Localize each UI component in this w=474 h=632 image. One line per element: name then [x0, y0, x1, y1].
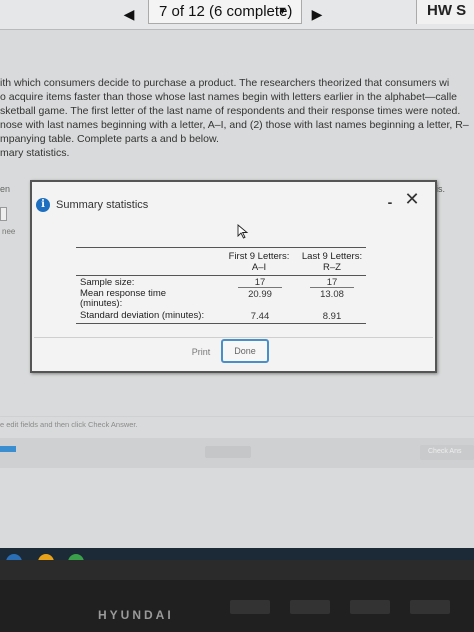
table-rule — [76, 275, 366, 276]
column-header: Last 9 Letters: — [301, 251, 363, 262]
background-fragment: en — [0, 184, 11, 194]
question-line: nose with last names beginning with a le… — [0, 119, 469, 131]
column-subheader: A–I — [251, 262, 267, 273]
keyboard-key — [350, 600, 390, 614]
chrome-icon[interactable] — [38, 554, 54, 560]
keyboard-key — [410, 600, 450, 614]
divider — [34, 337, 433, 338]
table-cell: 20.99 — [248, 289, 272, 300]
question-selector[interactable]: 7 of 12 (6 complete) ▼ — [148, 0, 302, 24]
row-label: Standard deviation (minutes): — [80, 310, 205, 321]
progress-indicator — [0, 446, 16, 452]
taskbar — [0, 548, 474, 560]
table-cell: 13.08 — [320, 289, 344, 300]
edge-icon[interactable] — [6, 554, 22, 560]
question-line: o acquire items faster than those whose … — [0, 91, 457, 103]
laptop-brand-logo: HYUNDAI — [98, 608, 174, 622]
done-button[interactable]: Done — [221, 339, 269, 363]
row-label: Sample size: — [80, 277, 135, 288]
background-fragment: nee — [2, 227, 16, 236]
row-label-continued: (minutes): — [80, 298, 123, 309]
next-question-button[interactable]: ▶ — [306, 4, 328, 24]
cell-rule — [238, 287, 282, 288]
column-header: First 9 Letters: — [228, 251, 290, 262]
divider — [0, 416, 474, 417]
info-icon: i — [36, 198, 50, 212]
question-text: ith which consumers decide to purchase a… — [0, 76, 474, 160]
previous-question-button[interactable]: ◀ — [118, 4, 140, 24]
keyboard-key — [290, 600, 330, 614]
table-rule — [76, 247, 366, 248]
homework-title: HW S — [416, 0, 474, 24]
screen: ◀ 7 of 12 (6 complete) ▼ ▶ HW S ith whic… — [0, 0, 474, 560]
question-line: mary statistics. — [0, 147, 70, 159]
instruction-hint: e edit fields and then click Check Answe… — [0, 420, 138, 429]
check-answer-button[interactable]: Check Ans — [420, 445, 474, 460]
mouse-cursor-icon — [237, 224, 249, 239]
caret-down-icon: ▼ — [277, 5, 288, 17]
background-input-box[interactable] — [0, 207, 7, 221]
print-button[interactable]: Print — [182, 344, 220, 360]
minimize-button[interactable]: - — [383, 195, 397, 209]
summary-statistics-dialog: i Summary statistics - ✕ First 9 Letters… — [30, 180, 437, 373]
table-cell: 7.44 — [250, 311, 270, 322]
app-icon[interactable] — [68, 554, 84, 560]
background-fragment: is. — [436, 184, 445, 194]
cell-rule — [310, 287, 354, 288]
close-button[interactable]: ✕ — [403, 190, 421, 208]
laptop-bezel: HYUNDAI — [0, 580, 474, 632]
question-line: sketball game. The first letter of the l… — [0, 105, 461, 117]
table-rule — [76, 323, 366, 324]
keyboard-key — [230, 600, 270, 614]
question-line: ith which consumers decide to purchase a… — [0, 77, 450, 89]
clear-all-button[interactable] — [205, 446, 251, 458]
question-line: mpanying table. Complete parts a and b b… — [0, 133, 219, 145]
column-subheader: R–Z — [323, 262, 341, 273]
question-nav-bar: ◀ 7 of 12 (6 complete) ▼ ▶ HW S — [0, 0, 474, 30]
table-cell: 8.91 — [322, 311, 342, 322]
dialog-title: Summary statistics — [56, 199, 149, 211]
question-progress-label: 7 of 12 (6 complete) — [159, 3, 293, 20]
